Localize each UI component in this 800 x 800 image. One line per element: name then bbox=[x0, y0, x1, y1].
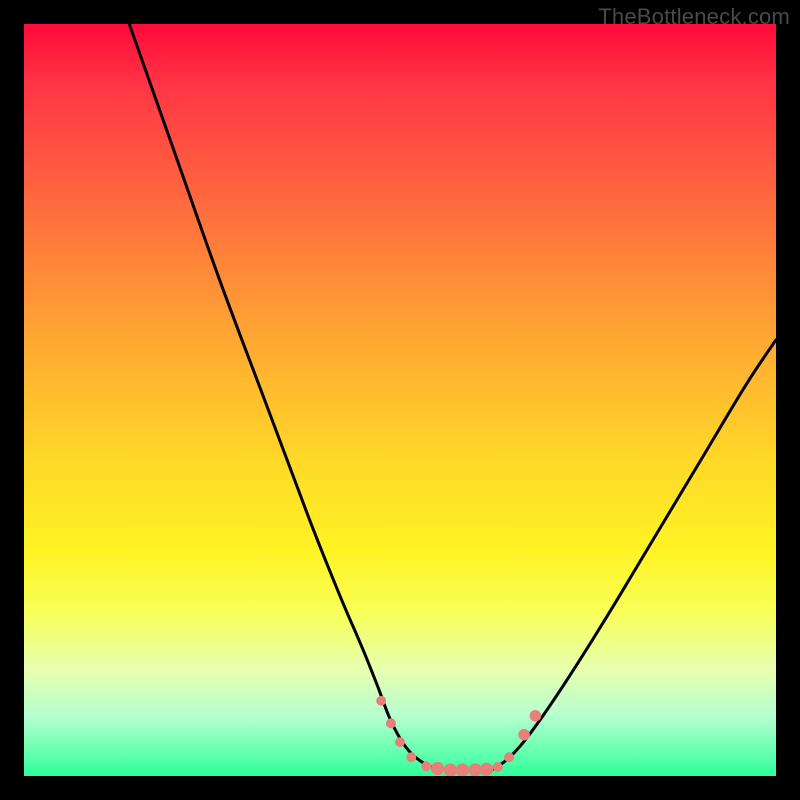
valley-marker bbox=[480, 763, 493, 776]
valley-marker bbox=[421, 761, 431, 771]
valley-marker bbox=[518, 729, 530, 741]
valley-marker bbox=[444, 763, 457, 776]
valley-marker bbox=[376, 696, 386, 706]
valley-marker bbox=[386, 718, 396, 728]
curve-layer bbox=[129, 24, 776, 770]
valley-marker bbox=[504, 752, 514, 762]
marker-layer bbox=[376, 696, 541, 776]
valley-marker bbox=[395, 737, 405, 747]
valley-marker bbox=[530, 710, 542, 722]
valley-marker bbox=[456, 763, 469, 776]
valley-marker bbox=[406, 752, 416, 762]
bottleneck-curve bbox=[129, 24, 776, 770]
chart-frame: TheBottleneck.com bbox=[0, 0, 800, 800]
plot-area bbox=[24, 24, 776, 776]
curve-svg bbox=[24, 24, 776, 776]
valley-marker bbox=[493, 762, 503, 772]
valley-marker bbox=[431, 762, 444, 775]
valley-marker bbox=[469, 763, 482, 776]
